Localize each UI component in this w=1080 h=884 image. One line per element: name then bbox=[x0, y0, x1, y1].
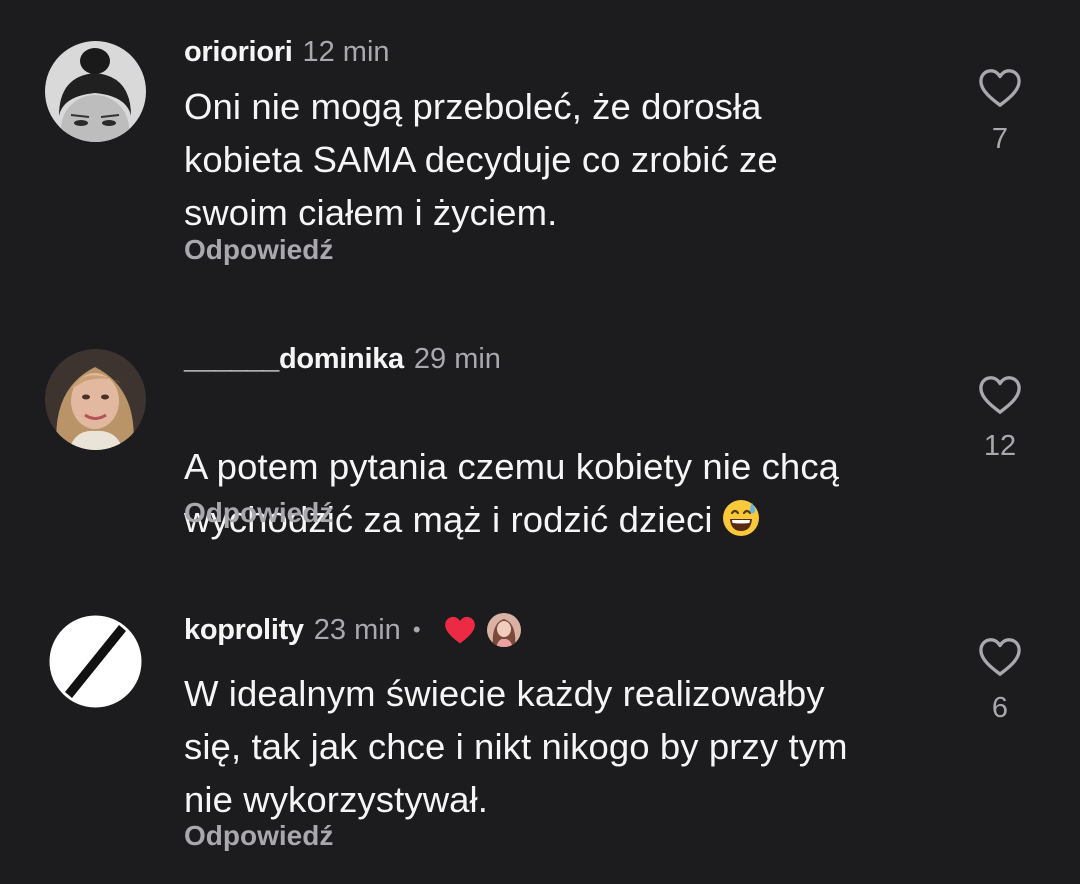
username[interactable]: koprolity bbox=[184, 614, 304, 647]
avatar-photo-icon bbox=[486, 613, 521, 647]
comment-time: 29 min bbox=[413, 342, 501, 375]
separator-dot: • bbox=[412, 617, 421, 642]
grinning-face-with-sweat-emoji bbox=[722, 500, 759, 536]
avatar-photo-icon bbox=[45, 349, 146, 450]
comment-header: ______dominika 29 min bbox=[184, 339, 501, 379]
end-of-restrictions-sign-icon bbox=[46, 612, 145, 711]
heart-outline-icon[interactable] bbox=[977, 636, 1023, 678]
comment-time: 23 min bbox=[313, 613, 401, 646]
like-count: 6 bbox=[991, 692, 1009, 724]
username[interactable]: ______dominika bbox=[184, 343, 404, 376]
reply-button[interactable]: Odpowiedź bbox=[184, 497, 333, 529]
comment-header: koprolity 23 min • bbox=[184, 610, 521, 650]
avatar[interactable] bbox=[45, 349, 146, 450]
comment-text: W idealnym świecie każdy realizowałby si… bbox=[184, 673, 848, 820]
reply-button[interactable]: Odpowiedź bbox=[184, 234, 333, 266]
like-column: 12 bbox=[960, 374, 1040, 463]
comment-header: orioriori 12 min bbox=[184, 32, 390, 72]
avatar-photo-icon bbox=[45, 41, 146, 142]
avatar[interactable] bbox=[45, 611, 146, 712]
heart-outline-icon[interactable] bbox=[977, 67, 1023, 109]
like-column: 7 bbox=[960, 67, 1040, 156]
comment-time: 12 min bbox=[302, 35, 390, 68]
username[interactable]: orioriori bbox=[184, 36, 293, 69]
reply-button[interactable]: Odpowiedź bbox=[184, 820, 333, 852]
liker-avatar bbox=[486, 613, 521, 647]
comment-text: Oni nie mogą przeboleć, że dorosła kobie… bbox=[184, 86, 778, 233]
like-column: 6 bbox=[960, 636, 1040, 725]
like-count: 7 bbox=[991, 123, 1009, 155]
heart-outline-icon[interactable] bbox=[977, 374, 1023, 416]
avatar[interactable] bbox=[45, 41, 146, 142]
liked-by-author-heart-icon bbox=[444, 616, 475, 644]
like-count: 12 bbox=[983, 430, 1017, 462]
